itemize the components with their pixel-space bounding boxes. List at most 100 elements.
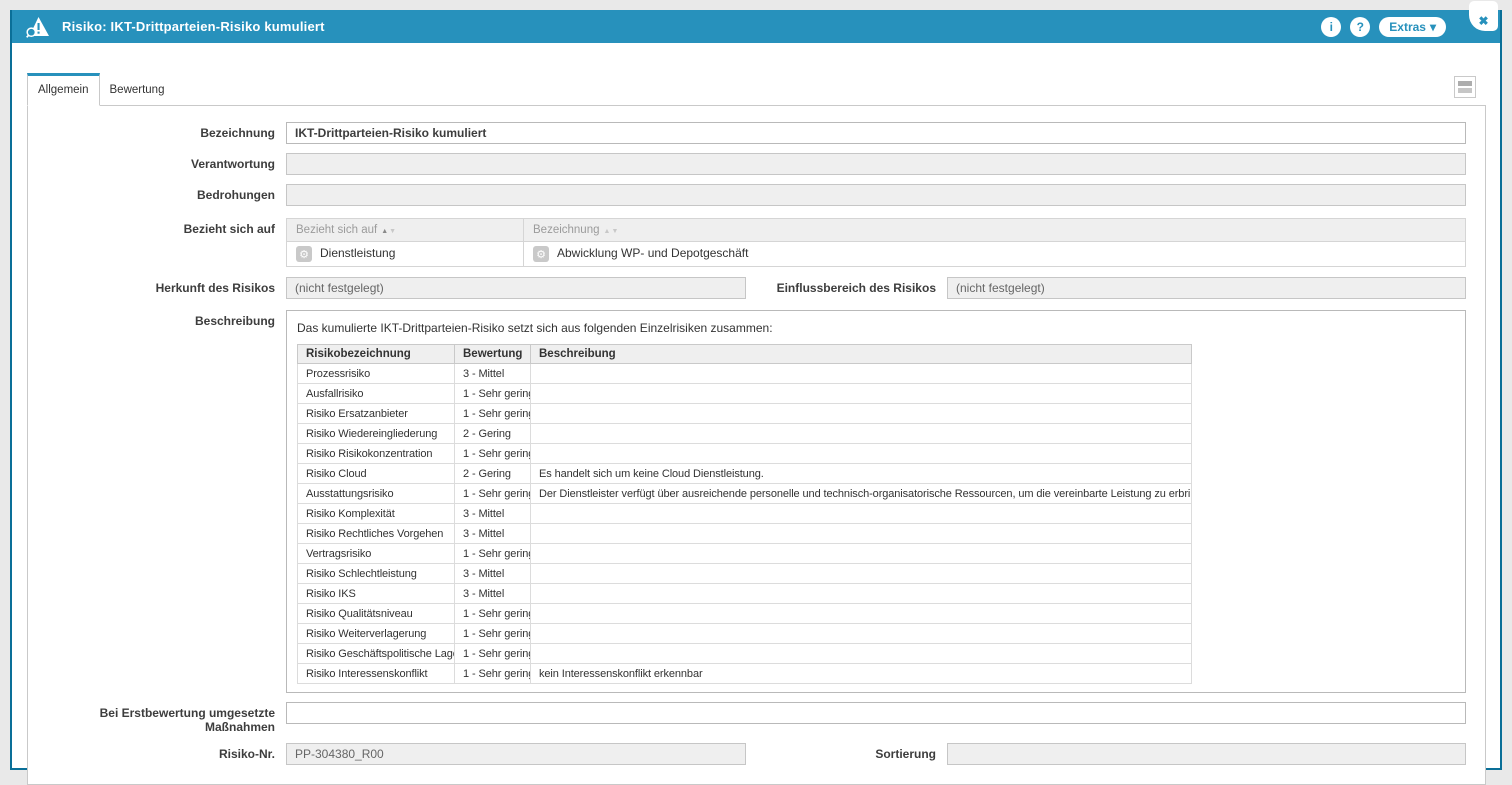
risk-rating-cell: 2 - Gering xyxy=(455,464,531,484)
risk-row: Risiko Wiedereingliederung 2 - Gering xyxy=(298,424,1192,444)
risk-row: Risiko Cloud 2 - Gering Es handelt sich … xyxy=(298,464,1192,484)
risk-name-cell: Risiko Wiedereingliederung xyxy=(298,424,455,444)
risk-row: Risiko Rechtliches Vorgehen 3 - Mittel xyxy=(298,524,1192,544)
herkunft-label: Herkunft des Risikos xyxy=(28,277,286,295)
sortierung-label: Sortierung xyxy=(746,743,947,761)
risk-rating-cell: 2 - Gering xyxy=(455,424,531,444)
window-title: Risiko: IKT-Drittparteien-Risiko kumulie… xyxy=(62,19,325,34)
tab-bewertung[interactable]: Bewertung xyxy=(100,73,175,105)
risk-rating-cell: 1 - Sehr gering xyxy=(455,484,531,504)
risk-desc-cell xyxy=(531,564,1192,584)
herkunft-input[interactable] xyxy=(286,277,746,299)
einflussbereich-input[interactable] xyxy=(947,277,1466,299)
relation-col-typ[interactable]: Bezieht sich auf▲▼ xyxy=(287,219,524,242)
risk-desc-cell xyxy=(531,384,1192,404)
risk-row: Risiko Geschäftspolitische Lage 1 - Sehr… xyxy=(298,644,1192,664)
risk-rating-cell: 1 - Sehr gering xyxy=(455,404,531,424)
risk-name-cell: Prozessrisiko xyxy=(298,364,455,384)
tab-allgemein[interactable]: Allgemein xyxy=(27,73,100,106)
risk-name-cell: Risiko Schlechtleistung xyxy=(298,564,455,584)
risk-rating-cell: 3 - Mittel xyxy=(455,564,531,584)
form-panel: Bezeichnung Verantwortung Bedrohungen Be… xyxy=(27,105,1486,785)
einflussbereich-label: Einflussbereich des Risikos xyxy=(746,277,947,295)
risk-rating-cell: 1 - Sehr gering xyxy=(455,544,531,564)
massnahmen-label: Bei Erstbewertung umgesetzte Maßnahmen xyxy=(28,702,286,734)
risk-row: Risiko Interessenskonflikt 1 - Sehr geri… xyxy=(298,664,1192,684)
risk-row: Risiko Komplexität 3 - Mittel xyxy=(298,504,1192,524)
risk-row: Ausstattungsrisiko 1 - Sehr gering Der D… xyxy=(298,484,1192,504)
extras-button[interactable]: Extras ▾ xyxy=(1379,17,1446,37)
risk-rating-cell: 1 - Sehr gering xyxy=(455,384,531,404)
risk-name-cell: Risiko Weiterverlagerung xyxy=(298,624,455,644)
bezieht-sich-auf-label: Bezieht sich auf xyxy=(28,218,286,236)
risk-name-cell: Ausstattungsrisiko xyxy=(298,484,455,504)
risk-name-cell: Risiko Ersatzanbieter xyxy=(298,404,455,424)
risk-row: Prozessrisiko 3 - Mittel xyxy=(298,364,1192,384)
risk-table: Risikobezeichnung Bewertung Beschreibung… xyxy=(297,344,1192,684)
risk-row: Risiko Risikokonzentration 1 - Sehr geri… xyxy=(298,444,1192,464)
risk-rating-cell: 1 - Sehr gering xyxy=(455,644,531,664)
risk-desc-cell xyxy=(531,364,1192,384)
risk-desc-cell xyxy=(531,404,1192,424)
risk-name-cell: Vertragsrisiko xyxy=(298,544,455,564)
extras-label: Extras xyxy=(1389,20,1426,34)
risk-desc-cell: Es handelt sich um keine Cloud Dienstlei… xyxy=(531,464,1192,484)
risk-rating-cell: 3 - Mittel xyxy=(455,584,531,604)
massnahmen-input[interactable] xyxy=(286,702,1466,724)
risk-desc-cell: kein Interessenskonflikt erkennbar xyxy=(531,664,1192,684)
risk-row: Ausfallrisiko 1 - Sehr gering xyxy=(298,384,1192,404)
help-icon[interactable]: ? xyxy=(1350,17,1370,37)
relation-bezeichnung: Abwicklung WP- und Depotgeschäft xyxy=(557,246,748,260)
risk-desc-cell xyxy=(531,604,1192,624)
risk-name-cell: Risiko IKS xyxy=(298,584,455,604)
beschreibung-label: Beschreibung xyxy=(28,310,286,328)
risk-rating-cell: 3 - Mittel xyxy=(455,504,531,524)
sort-icons: ▲▼ xyxy=(381,228,397,235)
gear-icon: ⚙ xyxy=(296,246,312,262)
risk-desc-cell xyxy=(531,624,1192,644)
risk-warning-magnifier-icon xyxy=(26,16,50,38)
risk-col-beschreibung: Beschreibung xyxy=(531,345,1192,364)
info-icon[interactable]: i xyxy=(1321,17,1341,37)
risk-name-cell: Risiko Interessenskonflikt xyxy=(298,664,455,684)
verantwortung-label: Verantwortung xyxy=(28,153,286,171)
beschreibung-intro: Das kumulierte IKT-Drittparteien-Risiko … xyxy=(297,321,1455,335)
risk-detail-window: Risiko: IKT-Drittparteien-Risiko kumulie… xyxy=(10,10,1502,770)
risk-desc-cell xyxy=(531,544,1192,564)
beschreibung-richtext[interactable]: Das kumulierte IKT-Drittparteien-Risiko … xyxy=(286,310,1466,693)
bedrohungen-input[interactable] xyxy=(286,184,1466,206)
risiko-nr-label: Risiko-Nr. xyxy=(28,743,286,761)
risk-rating-cell: 1 - Sehr gering xyxy=(455,624,531,644)
bezeichnung-label: Bezeichnung xyxy=(28,122,286,140)
title-bar: Risiko: IKT-Drittparteien-Risiko kumulie… xyxy=(12,10,1500,43)
risk-row: Risiko Qualitätsniveau 1 - Sehr gering xyxy=(298,604,1192,624)
relation-col-bezeichnung[interactable]: Bezeichnung▲▼ xyxy=(524,219,1466,242)
risk-name-cell: Risiko Qualitätsniveau xyxy=(298,604,455,624)
risk-row: Risiko IKS 3 - Mittel xyxy=(298,584,1192,604)
relation-typ: Dienstleistung xyxy=(320,246,395,260)
verantwortung-input[interactable] xyxy=(286,153,1466,175)
risk-name-cell: Ausfallrisiko xyxy=(298,384,455,404)
risk-desc-cell xyxy=(531,584,1192,604)
risk-row: Risiko Weiterverlagerung 1 - Sehr gering xyxy=(298,624,1192,644)
tab-bar: Allgemein Bewertung xyxy=(27,73,1500,105)
relation-row[interactable]: ⚙Dienstleistung ⚙Abwicklung WP- und Depo… xyxy=(287,242,1466,267)
risk-desc-cell xyxy=(531,444,1192,464)
sort-icons: ▲▼ xyxy=(604,228,620,235)
risk-rating-cell: 1 - Sehr gering xyxy=(455,604,531,624)
risk-col-bewertung: Bewertung xyxy=(455,345,531,364)
close-icon[interactable]: ✖ xyxy=(1469,1,1498,31)
risk-name-cell: Risiko Cloud xyxy=(298,464,455,484)
risk-rating-cell: 1 - Sehr gering xyxy=(455,444,531,464)
risk-desc-cell xyxy=(531,424,1192,444)
risk-desc-cell xyxy=(531,504,1192,524)
risk-desc-cell xyxy=(531,644,1192,664)
risk-rating-cell: 1 - Sehr gering xyxy=(455,664,531,684)
bedrohungen-label: Bedrohungen xyxy=(28,184,286,202)
bezeichnung-input[interactable] xyxy=(286,122,1466,144)
risiko-nr-input[interactable] xyxy=(286,743,746,765)
chevron-down-icon: ▾ xyxy=(1430,20,1436,34)
risk-name-cell: Risiko Risikokonzentration xyxy=(298,444,455,464)
relation-table: Bezieht sich auf▲▼ Bezeichnung▲▼ ⚙ Dienst… xyxy=(286,218,1466,267)
sortierung-input[interactable] xyxy=(947,743,1466,765)
